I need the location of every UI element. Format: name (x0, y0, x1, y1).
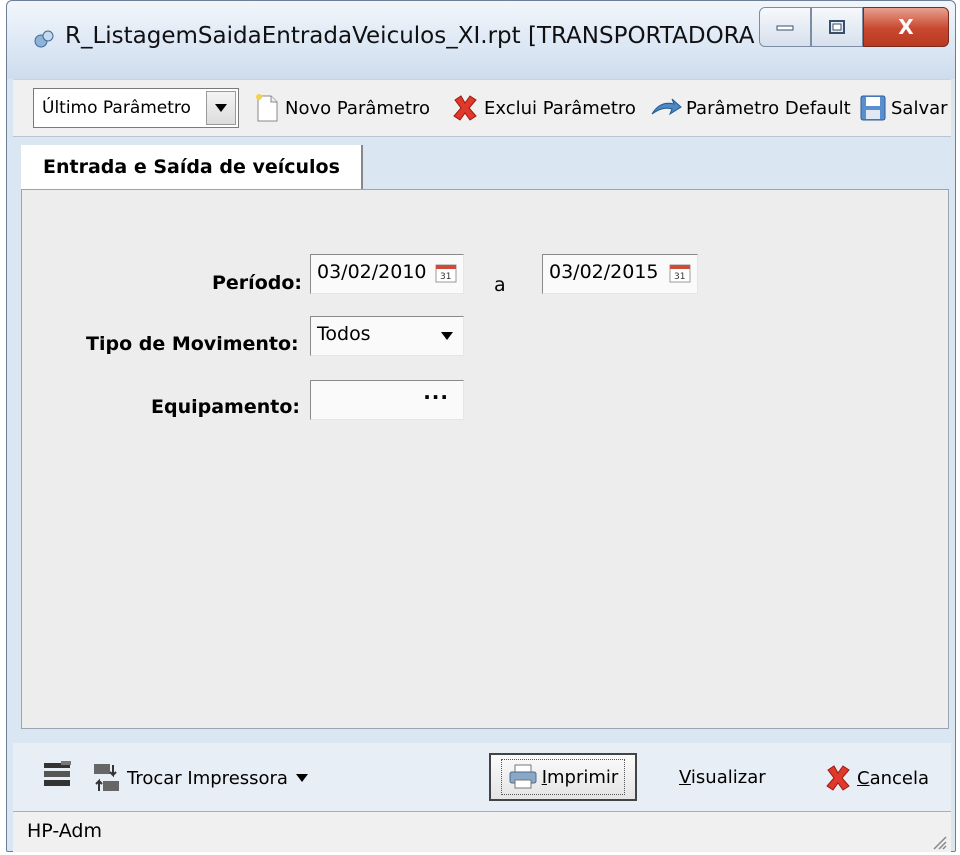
tipo-movimento-select[interactable]: Todos (310, 316, 464, 356)
minimize-icon (776, 25, 794, 31)
tipo-movimento-value: Todos (317, 323, 371, 345)
status-text: HP-Adm (27, 820, 102, 842)
save-label: Salvar (891, 97, 948, 119)
cancel-label: Cancela (857, 767, 930, 789)
chevron-down-icon (215, 104, 227, 112)
cancel-button[interactable]: Cancela (823, 763, 929, 793)
delete-parameter-button[interactable]: Exclui Parâmetro (450, 90, 636, 126)
equipamento-lookup-button[interactable]: ··· (423, 385, 449, 409)
floppy-disk-icon (860, 95, 886, 121)
calendar-icon[interactable]: 31 (669, 263, 691, 283)
tab-entrada-saida[interactable]: Entrada e Saída de veículos (21, 145, 363, 189)
report-window: R_ListagemSaidaEntradaVeiculos_XI.rpt [T… (6, 0, 956, 852)
status-bar: HP-Adm (13, 811, 951, 852)
tipo-movimento-label: Tipo de Movimento: (86, 333, 299, 355)
equipamento-field[interactable]: ··· (310, 380, 464, 420)
save-button[interactable]: Salvar (859, 90, 948, 126)
date-from-field[interactable]: 03/02/2010 31 (310, 254, 464, 294)
printer-setup-icon[interactable] (41, 759, 73, 791)
red-x-icon (826, 765, 850, 791)
chevron-down-icon (295, 774, 308, 782)
date-from-value: 03/02/2010 (317, 261, 427, 283)
close-icon: X (898, 15, 914, 39)
parameter-select-value: Último Parâmetro (42, 98, 191, 118)
tab-panel: Período: 03/02/2010 31 a 03/02/2015 31 T… (21, 189, 949, 729)
parameter-select[interactable]: Último Parâmetro (33, 88, 239, 128)
view-button[interactable]: Visualizar (679, 767, 766, 788)
chevron-down-icon[interactable] (441, 332, 453, 340)
print-button-focus: Imprimir (500, 759, 626, 795)
maximize-icon (829, 20, 845, 34)
print-button[interactable]: Imprimir (489, 753, 637, 801)
delete-parameter-label: Exclui Parâmetro (484, 97, 636, 119)
change-printer-button[interactable]: Trocar Impressora (91, 761, 308, 795)
minimize-button[interactable] (759, 7, 811, 47)
calendar-icon[interactable]: 31 (435, 263, 457, 283)
tab-strip: Entrada e Saída de veículos (21, 145, 367, 189)
new-parameter-button[interactable]: Novo Parâmetro (253, 90, 430, 126)
date-to-value: 03/02/2015 (549, 261, 659, 283)
svg-text:31: 31 (440, 272, 451, 282)
printer-icon (509, 764, 537, 789)
svg-text:31: 31 (674, 272, 685, 282)
resize-grip-icon[interactable] (929, 832, 947, 850)
range-separator: a (494, 274, 506, 296)
parameter-select-dropdown[interactable] (206, 91, 236, 125)
date-to-field[interactable]: 03/02/2015 31 (542, 254, 698, 294)
parameter-toolbar: Último Parâmetro Novo Parâmetro Exclui P… (13, 79, 951, 137)
equipamento-label: Equipamento: (151, 396, 300, 418)
maximize-button[interactable] (811, 7, 863, 47)
print-label: Imprimir (541, 766, 619, 788)
default-parameter-label: Parâmetro Default (686, 97, 851, 119)
change-printer-label: Trocar Impressora (127, 767, 288, 789)
default-parameter-button[interactable]: Parâmetro Default (650, 90, 851, 126)
new-parameter-label: Novo Parâmetro (285, 97, 431, 119)
close-button[interactable]: X (863, 7, 949, 47)
blue-arrow-icon (651, 98, 682, 116)
swap-printer-icon (94, 764, 119, 791)
report-gear-icon (34, 30, 54, 48)
view-label: Visualizar (679, 767, 766, 788)
window-title: R_ListagemSaidaEntradaVeiculos_XI.rpt [T… (65, 23, 845, 49)
window-controls: X (759, 7, 949, 49)
title-bar[interactable]: R_ListagemSaidaEntradaVeiculos_XI.rpt [T… (7, 1, 955, 79)
new-document-icon (256, 94, 278, 122)
red-x-icon (453, 95, 477, 121)
periodo-label: Período: (212, 272, 302, 294)
